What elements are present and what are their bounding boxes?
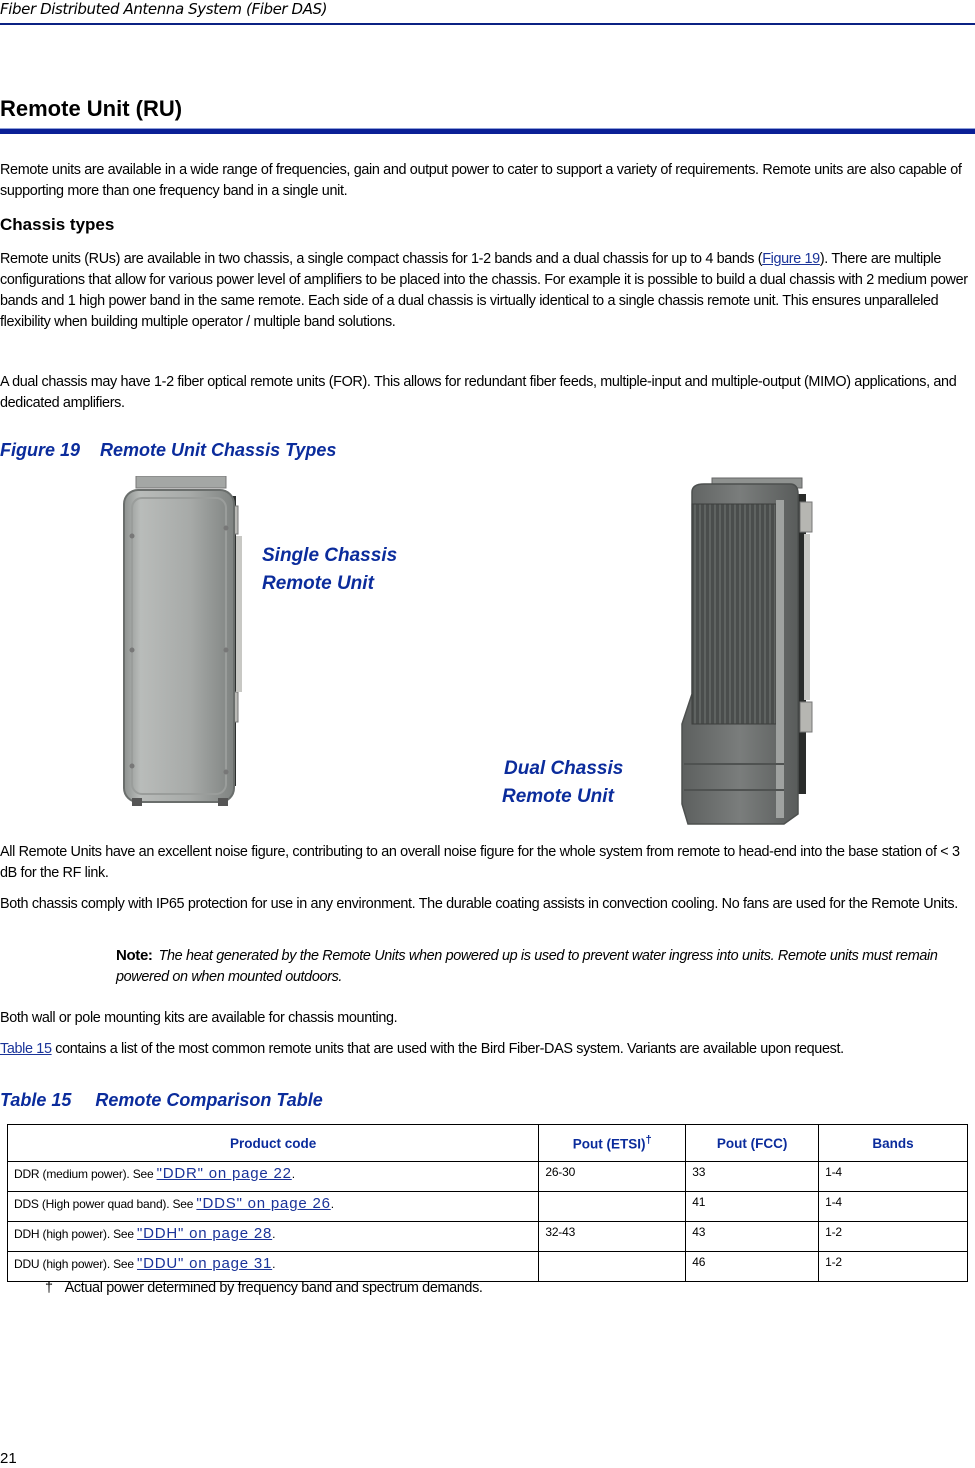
header-bands: Bands <box>818 1124 968 1162</box>
chassis-p1-before: Remote units (RUs) are available in two … <box>0 251 763 267</box>
cell-product-code: DDU (high power). See "DDU" on page 31. <box>6 1251 540 1282</box>
table-15-link[interactable]: Table 15 <box>0 1041 52 1057</box>
product-page-link[interactable]: "DDU" on page 31 <box>137 1255 272 1272</box>
cell-product-code: DDR (medium power). See "DDR" on page 22… <box>6 1161 540 1192</box>
section-title: Remote Unit (RU) <box>0 96 183 121</box>
noise-paragraph: All Remote Units have an excellent noise… <box>0 844 960 881</box>
dual-chassis-label-line2: Remote Unit <box>502 786 614 807</box>
table-row: DDR (medium power). See "DDR" on page 22… <box>6 1161 968 1192</box>
single-chassis-label-line2: Remote Unit <box>262 573 374 594</box>
header-pout-fcc: Pout (FCC) <box>685 1124 820 1162</box>
header-product-code: Product code <box>6 1124 540 1162</box>
cell-pout-fcc: 46 <box>685 1251 820 1282</box>
running-header: Fiber Distributed Antenna System (Fiber … <box>0 0 328 18</box>
cell-pout-fcc: 33 <box>685 1161 820 1192</box>
period: . <box>330 1197 334 1211</box>
table-header-row: Product code Pout (ETSI)† Pout (FCC) Ban… <box>6 1124 968 1162</box>
product-page-link[interactable]: "DDS" on page 26 <box>196 1195 330 1212</box>
note-body: The heat generated by the Remote Units w… <box>116 948 938 985</box>
chassis-paragraph-2: A dual chassis may have 1-2 fiber optica… <box>0 374 957 411</box>
product-description: DDS (High power quad band). See <box>14 1197 197 1211</box>
table-row: DDU (high power). See "DDU" on page 31. 4… <box>6 1251 968 1282</box>
remote-comparison-table: Product code Pout (ETSI)† Pout (FCC) Ban… <box>6 1124 968 1282</box>
table-title: Remote Comparison Table <box>95 1090 323 1110</box>
dual-chassis-label-line1: Dual Chassis <box>504 758 624 779</box>
page-number: 21 <box>0 1450 17 1467</box>
cell-bands: 1-4 <box>818 1161 968 1192</box>
table-row: DDS (High power quad band). See "DDS" on… <box>6 1191 968 1222</box>
chassis-types-heading: Chassis types <box>0 215 115 234</box>
figure-number: Figure 19 <box>0 440 81 460</box>
footnote-text: Actual power determined by frequency ban… <box>64 1280 483 1296</box>
header-pout-etsi: Pout (ETSI)† <box>538 1124 687 1162</box>
header-pout-etsi-label: Pout (ETSI) <box>572 1136 646 1152</box>
cell-pout-etsi <box>538 1191 687 1222</box>
cell-bands: 1-4 <box>818 1191 968 1222</box>
dual-chassis-label: Dual Chassis Remote Unit <box>502 755 623 811</box>
note-label: Note: <box>116 947 153 964</box>
figure-caption: Figure 19 Remote Unit Chassis Types <box>0 438 336 462</box>
cell-product-code: DDS (High power quad band). See "DDS" on… <box>6 1191 540 1222</box>
product-page-link[interactable]: "DDR" on page 22 <box>157 1165 292 1182</box>
note: Note: The heat generated by the Remote Un… <box>116 945 966 988</box>
title-rule <box>0 129 975 134</box>
cell-product-code: DDH (high power). See "DDH" on page 28. <box>6 1221 540 1252</box>
figure-title: Remote Unit Chassis Types <box>100 440 337 460</box>
cell-pout-etsi <box>538 1251 687 1282</box>
chassis-paragraph-1: Remote units (RUs) are available in two … <box>0 249 975 333</box>
etsi-footnote-mark: † <box>645 1134 652 1147</box>
table-caption: Table 15 Remote Comparison Table <box>0 1088 323 1112</box>
mounting-paragraph: Both wall or pole mounting kits are avai… <box>0 1010 398 1026</box>
table-row: DDH (high power). See "DDH" on page 28. 3… <box>6 1221 968 1252</box>
footnote-mark: † <box>45 1280 53 1296</box>
period: . <box>272 1257 276 1271</box>
intro-paragraph: Remote units are available in a wide ran… <box>0 162 962 199</box>
single-chassis-image <box>123 476 242 806</box>
cell-pout-etsi: 32-43 <box>538 1221 687 1252</box>
header-rule <box>0 23 975 25</box>
single-chassis-label: Single Chassis Remote Unit <box>262 542 397 598</box>
cell-bands: 1-2 <box>818 1251 968 1282</box>
period: . <box>291 1167 295 1181</box>
dual-chassis-image <box>681 477 813 825</box>
product-description: DDU (high power). See <box>14 1257 137 1271</box>
cell-bands: 1-2 <box>818 1221 968 1252</box>
cell-pout-fcc: 41 <box>685 1191 820 1222</box>
product-page-link[interactable]: "DDH" on page 28 <box>137 1225 272 1242</box>
product-description: DDR (medium power). See <box>14 1167 157 1181</box>
footnote: † Actual power determined by frequency ba… <box>45 1278 483 1298</box>
cell-pout-etsi: 26-30 <box>538 1161 687 1192</box>
cell-pout-fcc: 43 <box>685 1221 820 1252</box>
product-description: DDH (high power). See <box>14 1227 137 1241</box>
figure-19-link[interactable]: Figure 19 <box>762 251 820 267</box>
table-number: Table 15 <box>0 1090 72 1110</box>
period: . <box>272 1227 276 1241</box>
table-intro-paragraph: Table 15 contains a list of the most com… <box>0 1039 975 1060</box>
table-intro-text: contains a list of the most common remot… <box>51 1041 844 1057</box>
ip65-paragraph: Both chassis comply with IP65 protection… <box>0 896 958 912</box>
single-chassis-label-line1: Single Chassis <box>262 545 398 566</box>
